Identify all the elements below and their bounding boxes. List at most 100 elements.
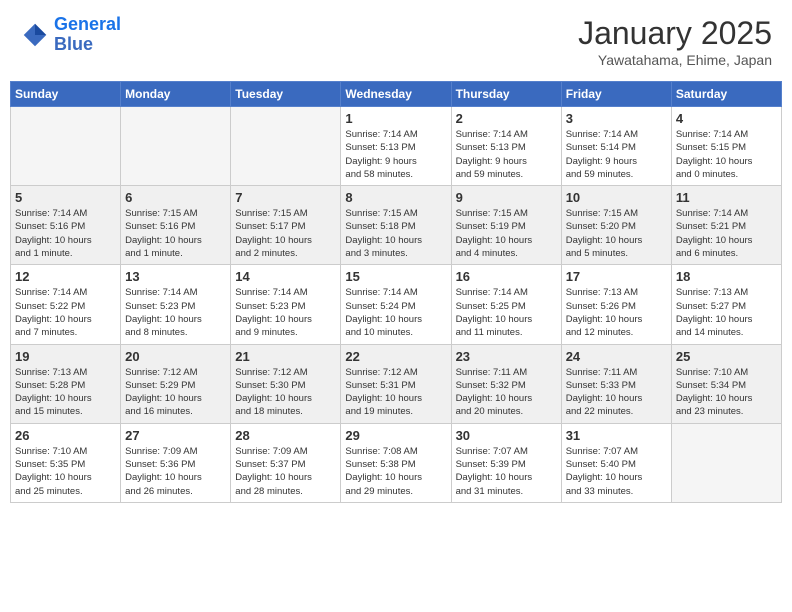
day-number: 15 (345, 269, 446, 284)
day-info: Sunrise: 7:13 AMSunset: 5:28 PMDaylight:… (15, 366, 116, 419)
weekday-header-tuesday: Tuesday (231, 82, 341, 107)
calendar-day: 13 Sunrise: 7:14 AMSunset: 5:23 PMDayligh… (121, 265, 231, 344)
day-number: 24 (566, 349, 667, 364)
day-info: Sunrise: 7:15 AMSunset: 5:18 PMDaylight:… (345, 207, 446, 260)
calendar-day: 17Sunrise: 7:13 AMSunset: 5:26 PMDayligh… (561, 265, 671, 344)
weekday-header-saturday: Saturday (671, 82, 781, 107)
calendar-day: 5Sunrise: 7:14 AMSunset: 5:16 PMDaylight… (11, 186, 121, 265)
weekday-header-wednesday: Wednesday (341, 82, 451, 107)
logo-text: General Blue (54, 15, 121, 55)
day-info: Sunrise: 7:14 AMSunset: 5:23 PMDaylight:… (125, 286, 226, 339)
day-number: 1 (345, 111, 446, 126)
calendar-day: 27Sunrise: 7:09 AMSunset: 5:36 PMDayligh… (121, 423, 231, 502)
calendar-week-3: 19 Sunrise: 7:13 AMSunset: 5:28 PMDayligh… (11, 344, 782, 423)
month-title: January 2025 (578, 15, 772, 52)
day-info: Sunrise: 7:12 AMSunset: 5:29 PMDaylight:… (125, 366, 226, 419)
logo-icon (20, 20, 50, 50)
day-number: 27 (125, 428, 226, 443)
day-number: 11 (676, 190, 777, 205)
day-number: 13 (125, 269, 226, 284)
day-info: Sunrise: 7:15 AMSunset: 5:16 PMDaylight:… (125, 207, 226, 260)
day-number: 21 (235, 349, 336, 364)
day-info: Sunrise: 7:12 AMSunset: 5:30 PMDaylight:… (235, 366, 336, 419)
day-info: Sunrise: 7:14 AMSunset: 5:14 PMDaylight:… (566, 128, 667, 181)
day-info: Sunrise: 7:08 AMSunset: 5:38 PMDaylight:… (345, 445, 446, 498)
day-info: Sunrise: 7:07 AMSunset: 5:39 PMDaylight:… (456, 445, 557, 498)
weekday-header-sunday: Sunday (11, 82, 121, 107)
day-info: Sunrise: 7:11 AMSunset: 5:33 PMDaylight:… (566, 366, 667, 419)
day-number: 26 (15, 428, 116, 443)
calendar-day: 6 Sunrise: 7:15 AMSunset: 5:16 PMDaylight… (121, 186, 231, 265)
calendar-day: 29 Sunrise: 7:08 AMSunset: 5:38 PMDayligh… (341, 423, 451, 502)
day-info: Sunrise: 7:07 AMSunset: 5:40 PMDaylight:… (566, 445, 667, 498)
day-number: 3 (566, 111, 667, 126)
calendar-day (121, 107, 231, 186)
day-number: 31 (566, 428, 667, 443)
day-info: Sunrise: 7:09 AMSunset: 5:37 PMDaylight:… (235, 445, 336, 498)
day-number: 25 (676, 349, 777, 364)
calendar-day: 25Sunrise: 7:10 AMSunset: 5:34 PMDayligh… (671, 344, 781, 423)
day-number: 4 (676, 111, 777, 126)
day-number: 23 (456, 349, 557, 364)
calendar-header-row: SundayMondayTuesdayWednesdayThursdayFrid… (11, 82, 782, 107)
location: Yawatahama, Ehime, Japan (578, 52, 772, 68)
calendar-day: 22 Sunrise: 7:12 AMSunset: 5:31 PMDayligh… (341, 344, 451, 423)
calendar-day: 16 Sunrise: 7:14 AMSunset: 5:25 PMDayligh… (451, 265, 561, 344)
calendar-day: 30Sunrise: 7:07 AMSunset: 5:39 PMDayligh… (451, 423, 561, 502)
calendar-week-4: 26 Sunrise: 7:10 AMSunset: 5:35 PMDayligh… (11, 423, 782, 502)
day-number: 28 (235, 428, 336, 443)
day-info: Sunrise: 7:13 AMSunset: 5:27 PMDaylight:… (676, 286, 777, 339)
calendar-day: 7 Sunrise: 7:15 AMSunset: 5:17 PMDaylight… (231, 186, 341, 265)
day-info: Sunrise: 7:15 AMSunset: 5:17 PMDaylight:… (235, 207, 336, 260)
day-info: Sunrise: 7:14 AMSunset: 5:25 PMDaylight:… (456, 286, 557, 339)
weekday-header-friday: Friday (561, 82, 671, 107)
weekday-header-thursday: Thursday (451, 82, 561, 107)
calendar-day: 1 Sunrise: 7:14 AMSunset: 5:13 PMDaylight… (341, 107, 451, 186)
calendar-week-1: 5Sunrise: 7:14 AMSunset: 5:16 PMDaylight… (11, 186, 782, 265)
day-number: 10 (566, 190, 667, 205)
calendar-day: 20 Sunrise: 7:12 AMSunset: 5:29 PMDayligh… (121, 344, 231, 423)
calendar-day: 18Sunrise: 7:13 AMSunset: 5:27 PMDayligh… (671, 265, 781, 344)
calendar-day: 2Sunrise: 7:14 AMSunset: 5:13 PMDaylight… (451, 107, 561, 186)
day-info: Sunrise: 7:13 AMSunset: 5:26 PMDaylight:… (566, 286, 667, 339)
day-info: Sunrise: 7:14 AMSunset: 5:15 PMDaylight:… (676, 128, 777, 181)
calendar-day: 28 Sunrise: 7:09 AMSunset: 5:37 PMDayligh… (231, 423, 341, 502)
day-number: 19 (15, 349, 116, 364)
weekday-header-monday: Monday (121, 82, 231, 107)
day-number: 16 (456, 269, 557, 284)
calendar-day: 24 Sunrise: 7:11 AMSunset: 5:33 PMDayligh… (561, 344, 671, 423)
day-info: Sunrise: 7:10 AMSunset: 5:35 PMDaylight:… (15, 445, 116, 498)
page-header: General Blue January 2025 Yawatahama, Eh… (10, 10, 782, 73)
calendar-day: 19 Sunrise: 7:13 AMSunset: 5:28 PMDayligh… (11, 344, 121, 423)
calendar-day: 21 Sunrise: 7:12 AMSunset: 5:30 PMDayligh… (231, 344, 341, 423)
calendar-day: 10 Sunrise: 7:15 AMSunset: 5:20 PMDayligh… (561, 186, 671, 265)
logo: General Blue (20, 15, 121, 55)
calendar-day: 23Sunrise: 7:11 AMSunset: 5:32 PMDayligh… (451, 344, 561, 423)
day-info: Sunrise: 7:14 AMSunset: 5:13 PMDaylight:… (345, 128, 446, 181)
calendar-week-0: 1 Sunrise: 7:14 AMSunset: 5:13 PMDaylight… (11, 107, 782, 186)
day-number: 14 (235, 269, 336, 284)
day-number: 29 (345, 428, 446, 443)
calendar-day: 26 Sunrise: 7:10 AMSunset: 5:35 PMDayligh… (11, 423, 121, 502)
day-number: 20 (125, 349, 226, 364)
day-number: 22 (345, 349, 446, 364)
day-info: Sunrise: 7:15 AMSunset: 5:20 PMDaylight:… (566, 207, 667, 260)
calendar-day (671, 423, 781, 502)
day-number: 6 (125, 190, 226, 205)
day-number: 5 (15, 190, 116, 205)
day-number: 2 (456, 111, 557, 126)
day-info: Sunrise: 7:14 AMSunset: 5:23 PMDaylight:… (235, 286, 336, 339)
calendar-day: 4 Sunrise: 7:14 AMSunset: 5:15 PMDaylight… (671, 107, 781, 186)
day-info: Sunrise: 7:14 AMSunset: 5:21 PMDaylight:… (676, 207, 777, 260)
day-info: Sunrise: 7:15 AMSunset: 5:19 PMDaylight:… (456, 207, 557, 260)
calendar-day: 14 Sunrise: 7:14 AMSunset: 5:23 PMDayligh… (231, 265, 341, 344)
day-info: Sunrise: 7:14 AMSunset: 5:22 PMDaylight:… (15, 286, 116, 339)
day-info: Sunrise: 7:12 AMSunset: 5:31 PMDaylight:… (345, 366, 446, 419)
calendar-day: 31 Sunrise: 7:07 AMSunset: 5:40 PMDayligh… (561, 423, 671, 502)
calendar-day: 11 Sunrise: 7:14 AMSunset: 5:21 PMDayligh… (671, 186, 781, 265)
calendar-day: 12Sunrise: 7:14 AMSunset: 5:22 PMDayligh… (11, 265, 121, 344)
calendar-week-2: 12Sunrise: 7:14 AMSunset: 5:22 PMDayligh… (11, 265, 782, 344)
day-number: 8 (345, 190, 446, 205)
day-number: 7 (235, 190, 336, 205)
title-area: January 2025 Yawatahama, Ehime, Japan (578, 15, 772, 68)
